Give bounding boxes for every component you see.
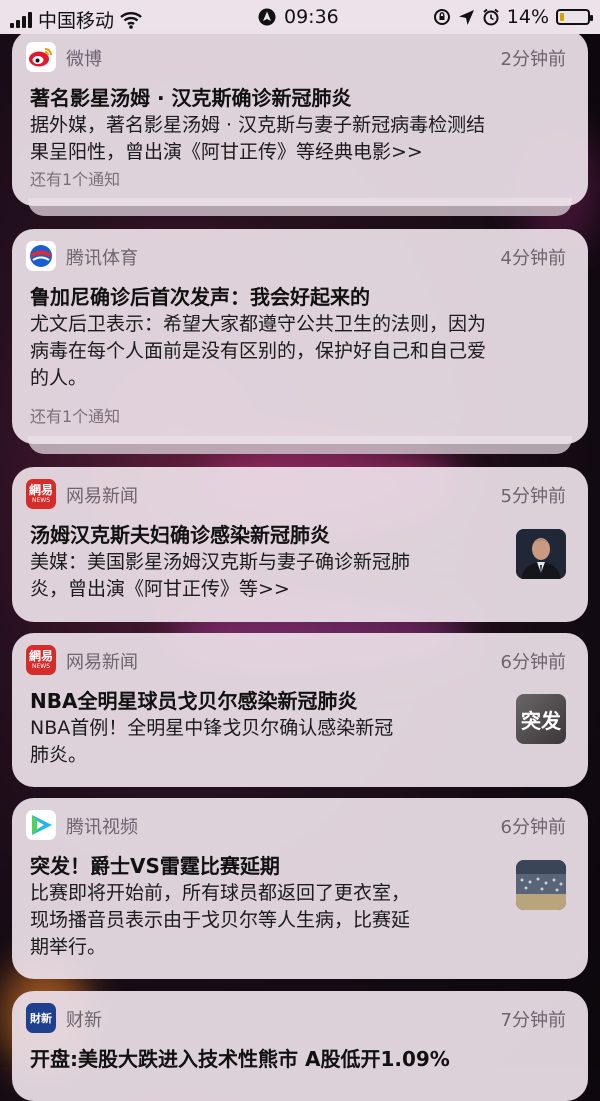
notification-card[interactable]: 財新 财新 7分钟前 开盘:美股大跌进入技术性熊市 A股低开1.09% — [12, 991, 588, 1101]
weibo-icon — [26, 42, 56, 72]
navigation-circle-icon — [258, 8, 276, 26]
arena-thumbnail — [516, 860, 566, 910]
carrier-label: 中国移动 — [38, 10, 115, 32]
body-line: 期举行。 — [30, 936, 107, 958]
cellular-signal-icon — [10, 11, 32, 28]
body-line: 据外媒，著名影星汤姆 · 汉克斯与妻子新冠病毒检测结 — [30, 114, 486, 136]
notification-title: NBA全明星球员戈贝尔感染新冠肺炎 — [30, 689, 358, 713]
status-bar: 中国移动 09:36 14% — [0, 0, 600, 34]
notification-title: 开盘:美股大跌进入技术性熊市 A股低开1.09% — [30, 1047, 450, 1071]
notification-card[interactable]: 微博 2分钟前 著名影星汤姆 · 汉克斯确诊新冠肺炎 据外媒，著名影星汤姆 · … — [12, 30, 588, 206]
notification-time: 4分钟前 — [500, 248, 566, 269]
body-line: 肺炎。 — [30, 744, 88, 766]
notification-body: 美媒：美国影星汤姆汉克斯与妻子确诊新冠肺 炎，曾出演《阿甘正传》等>> — [30, 549, 410, 603]
app-name: 财新 — [66, 1010, 102, 1031]
tencent-sports-icon — [26, 241, 56, 271]
icon-subtext: NEWS — [31, 663, 51, 670]
netease-news-icon: 網易 NEWS — [26, 479, 56, 509]
notification-title: 汤姆汉克斯夫妇确诊感染新冠肺炎 — [30, 523, 330, 547]
icon-subtext: NEWS — [31, 497, 51, 504]
notification-title: 鲁加尼确诊后首次发声：我会好起来的 — [30, 285, 370, 309]
notification-body: 比赛即将开始前，所有球员都返回了更衣室， 现场播音员表示由于戈贝尔等人生病，比赛… — [30, 880, 410, 961]
body-line: 现场播音员表示由于戈贝尔等人生病，比赛延 — [30, 909, 411, 931]
body-line: 果呈阳性，曾出演《阿甘正传》等经典电影>> — [30, 141, 423, 163]
app-name: 腾讯体育 — [66, 248, 138, 269]
notification-time: 5分钟前 — [500, 486, 566, 507]
notification-card[interactable]: 腾讯体育 4分钟前 鲁加尼确诊后首次发声：我会好起来的 尤文后卫表示：希望大家都… — [12, 229, 588, 444]
app-name: 网易新闻 — [66, 652, 138, 673]
icon-text: 財新 — [30, 1012, 52, 1025]
notification-card[interactable]: 網易 NEWS 网易新闻 5分钟前 汤姆汉克斯夫妇确诊感染新冠肺炎 美媒：美国影… — [12, 467, 588, 622]
body-line: 美媒：美国影星汤姆汉克斯与妻子确诊新冠肺 — [30, 551, 411, 573]
notification-time: 7分钟前 — [500, 1010, 566, 1031]
more-notifications-label: 还有1个通知 — [30, 407, 121, 426]
app-name: 网易新闻 — [66, 486, 138, 507]
battery-percent: 14% — [506, 6, 549, 28]
more-notifications-label: 还有1个通知 — [30, 170, 121, 189]
notification-card[interactable]: 腾讯视频 6分钟前 突发！爵士VS雷霆比赛延期 比赛即将开始前，所有球员都返回了… — [12, 798, 588, 979]
caixin-icon: 財新 — [26, 1003, 56, 1033]
app-name: 腾讯视频 — [66, 817, 138, 838]
breaking-news-thumbnail: 突发 — [516, 694, 566, 744]
body-line: 的人。 — [30, 367, 88, 389]
notification-body: NBA首例！全明星中锋戈贝尔确认感染新冠 肺炎。 — [30, 715, 393, 769]
notification-time: 2分钟前 — [500, 49, 566, 70]
alarm-clock-icon — [483, 8, 499, 26]
app-name: 微博 — [66, 49, 102, 70]
notification-body: 据外媒，著名影星汤姆 · 汉克斯与妻子新冠病毒检测结 果呈阳性，曾出演《阿甘正传… — [30, 112, 485, 166]
location-arrow-icon — [458, 9, 474, 25]
icon-text: 網易 — [28, 649, 53, 663]
notification-title: 著名影星汤姆 · 汉克斯确诊新冠肺炎 — [30, 86, 352, 110]
news-thumbnail-portrait — [516, 529, 566, 579]
icon-text: 網易 — [28, 483, 53, 497]
notification-body: 尤文后卫表示：希望大家都遵守公共卫生的法则，因为 病毒在每个人面前是没有区别的，… — [30, 311, 486, 392]
notification-time: 6分钟前 — [500, 817, 566, 838]
notification-time: 6分钟前 — [500, 652, 566, 673]
body-line: 尤文后卫表示：希望大家都遵守公共卫生的法则，因为 — [30, 313, 487, 335]
tencent-video-icon — [26, 810, 56, 840]
body-line: 炎，曾出演《阿甘正传》等>> — [30, 578, 290, 600]
netease-news-icon: 網易 NEWS — [26, 645, 56, 675]
wifi-icon — [120, 11, 142, 29]
body-line: 病毒在每个人面前是没有区别的，保护好自己和自己爱 — [30, 340, 487, 362]
notification-title: 突发！爵士VS雷霆比赛延期 — [30, 854, 280, 878]
screen-rotation-lock-icon — [433, 9, 450, 25]
battery-icon — [556, 9, 593, 25]
body-line: NBA首例！全明星中锋戈贝尔确认感染新冠 — [30, 717, 394, 739]
status-time: 09:36 — [284, 6, 339, 28]
battery-level-fill — [560, 13, 564, 21]
body-line: 比赛即将开始前，所有球员都返回了更衣室， — [30, 882, 411, 904]
thumbnail-text: 突发 — [521, 708, 561, 733]
notification-card[interactable]: 網易 NEWS 网易新闻 6分钟前 NBA全明星球员戈贝尔感染新冠肺炎 NBA首… — [12, 633, 588, 787]
